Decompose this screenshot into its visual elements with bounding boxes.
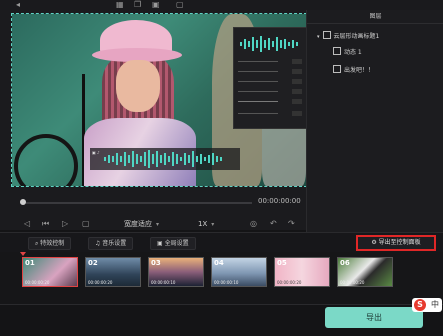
audio-waveform-overlay[interactable]: ▣ ♪ bbox=[90, 148, 240, 170]
export-to-board-label: 导出至控制面板 bbox=[378, 239, 421, 246]
speed-select[interactable]: 1X ▾ bbox=[198, 218, 240, 230]
undo-icon[interactable]: ↶ bbox=[270, 219, 277, 229]
clip-thumbnail[interactable]: 01 00:00:00:20 bbox=[22, 257, 78, 287]
video-canvas[interactable]: ▣ ♪ bbox=[11, 13, 307, 187]
clip-number: 05 bbox=[277, 259, 287, 267]
clip-number: 01 bbox=[25, 259, 35, 267]
layer-item-label: 出发吧！！ bbox=[344, 67, 375, 74]
play-icon[interactable]: ▷ bbox=[62, 219, 68, 229]
video-frame[interactable]: ▣ ♪ bbox=[11, 13, 307, 187]
clip-thumbnail[interactable]: 05 00:00:00:20 bbox=[274, 257, 330, 287]
chevron-down-icon: ▾ bbox=[317, 34, 320, 40]
step-back-icon[interactable]: ⏮ bbox=[42, 219, 49, 229]
layer-item-1[interactable]: 动态 1 bbox=[333, 47, 362, 57]
function-tabs: ⌕ 特效控制 ♫ 音乐设置 ▣ 全局设置 ⚙ 导出至控制面板 bbox=[0, 232, 443, 253]
tab-label: 音乐设置 bbox=[102, 240, 127, 247]
layer-group-icon bbox=[322, 31, 331, 39]
audio-settings-panel[interactable] bbox=[233, 27, 306, 129]
ratio-value: 宽度适应 bbox=[124, 220, 152, 228]
chevron-down-icon: ▾ bbox=[156, 221, 160, 228]
clip-duration: 00:00:00:20 bbox=[340, 280, 365, 285]
panel-slider-row[interactable] bbox=[238, 110, 302, 117]
clip-thumbnail[interactable]: 04 00:00:00:10 bbox=[211, 257, 267, 287]
clip-thumbnail[interactable]: 03 00:00:00:10 bbox=[148, 257, 204, 287]
clip-duration: 00:00:00:10 bbox=[214, 280, 239, 285]
clip-number: 02 bbox=[88, 259, 98, 267]
timecode: 00:00:00:00 bbox=[258, 197, 301, 205]
target-icon[interactable]: ◎ bbox=[250, 219, 257, 229]
playback-progress-track[interactable] bbox=[20, 202, 252, 204]
layer-group-label: 云层形动画标题1 bbox=[333, 33, 380, 40]
playback-progress-handle[interactable] bbox=[20, 199, 26, 205]
playhead-marker[interactable] bbox=[20, 252, 26, 260]
top-toolbar: ◂ ▦ ❐ ▣ ▢ bbox=[0, 0, 443, 10]
delete-icon[interactable]: ▣ bbox=[152, 0, 160, 10]
tab-animation[interactable]: ⌕ 特效控制 bbox=[28, 237, 72, 250]
tab-audio[interactable]: ♫ 音乐设置 bbox=[88, 237, 134, 250]
tab-label: 特效控制 bbox=[40, 240, 65, 247]
chevron-down-icon: ▾ bbox=[211, 221, 215, 228]
clip-duration: 00:00:00:10 bbox=[151, 280, 176, 285]
export-button[interactable]: 导出 bbox=[325, 307, 423, 328]
panel-slider-row[interactable] bbox=[238, 78, 302, 85]
tab-global[interactable]: ▣ 全局设置 bbox=[150, 237, 196, 250]
sogou-logo-icon: S bbox=[414, 299, 426, 311]
layer-panel-title: 图层 bbox=[307, 10, 443, 24]
clip-duration: 00:00:00:20 bbox=[88, 280, 113, 285]
clip-number: 03 bbox=[151, 259, 161, 267]
clip-duration: 00:00:00:20 bbox=[25, 280, 50, 285]
panel-slider-row[interactable] bbox=[238, 58, 302, 65]
tab-label: 全局设置 bbox=[164, 240, 189, 247]
clip-duration: 00:00:00:20 bbox=[277, 280, 302, 285]
waveform-graphic bbox=[104, 150, 222, 168]
layer-item-label: 动态 1 bbox=[344, 49, 362, 56]
panel-waveform bbox=[240, 36, 298, 52]
export-to-board-button[interactable]: ⚙ 导出至控制面板 bbox=[356, 235, 436, 251]
layer-item-2[interactable]: 出发吧！！ bbox=[333, 65, 374, 75]
back-icon[interactable]: ◂ bbox=[16, 0, 20, 10]
ime-indicator[interactable]: S中 bbox=[412, 298, 442, 312]
clip-strip: 01 00:00:00:20 02 00:00:00:20 03 00:00:0… bbox=[0, 252, 443, 304]
speed-value: 1X bbox=[198, 220, 208, 228]
image-icon[interactable]: ▢ bbox=[176, 0, 184, 10]
grid-icon[interactable]: ▦ bbox=[116, 0, 124, 10]
ratio-select[interactable]: 宽度适应 ▾ bbox=[124, 218, 184, 230]
panel-slider-row[interactable] bbox=[238, 68, 302, 75]
prev-frame-icon[interactable]: ◁ bbox=[24, 219, 30, 229]
layer-panel: 图层 ▾ 云层形动画标题1 动态 1 出发吧！！ bbox=[306, 10, 443, 232]
panel-slider-row[interactable] bbox=[238, 88, 302, 95]
clip-number: 06 bbox=[340, 259, 350, 267]
stop-icon[interactable]: ▢ bbox=[82, 219, 90, 229]
clip-thumbnail[interactable]: 02 00:00:00:20 bbox=[85, 257, 141, 287]
image-layer-icon bbox=[333, 47, 341, 55]
clip-thumbnail[interactable]: 06 00:00:00:20 bbox=[337, 257, 393, 287]
clip-number: 04 bbox=[214, 259, 224, 267]
copy-icon[interactable]: ❐ bbox=[134, 0, 141, 10]
redo-icon[interactable]: ↷ bbox=[288, 219, 295, 229]
text-layer-icon bbox=[333, 65, 341, 73]
ime-mode-label: 中 bbox=[431, 300, 439, 309]
face bbox=[116, 60, 160, 112]
layer-group[interactable]: ▾ 云层形动画标题1 bbox=[317, 31, 379, 41]
panel-slider-row[interactable] bbox=[238, 98, 302, 105]
